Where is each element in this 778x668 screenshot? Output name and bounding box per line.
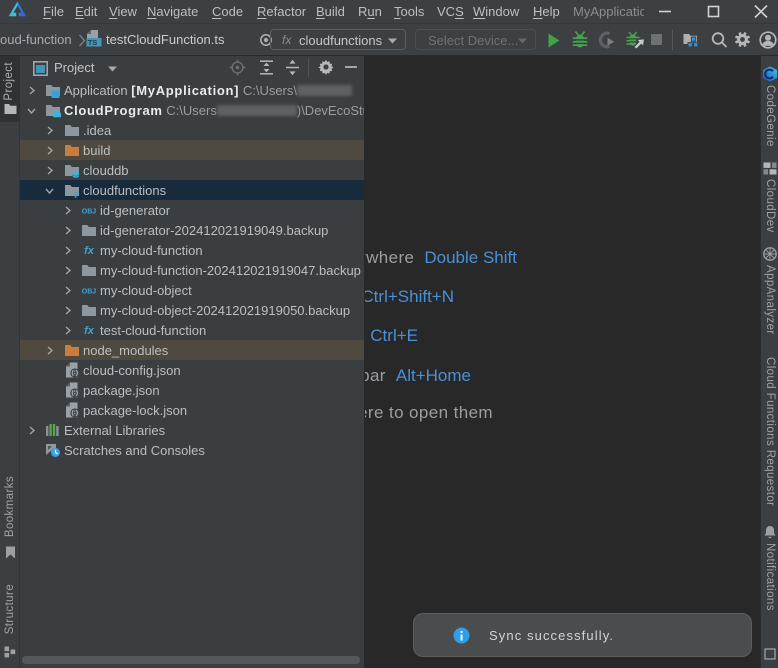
svg-text:OBJ: OBJ: [82, 209, 97, 216]
svg-text:OBJ: OBJ: [82, 289, 97, 296]
svg-text:TS: TS: [88, 38, 98, 47]
svg-text:fx: fx: [84, 325, 95, 337]
svg-text:fx: fx: [84, 245, 95, 257]
